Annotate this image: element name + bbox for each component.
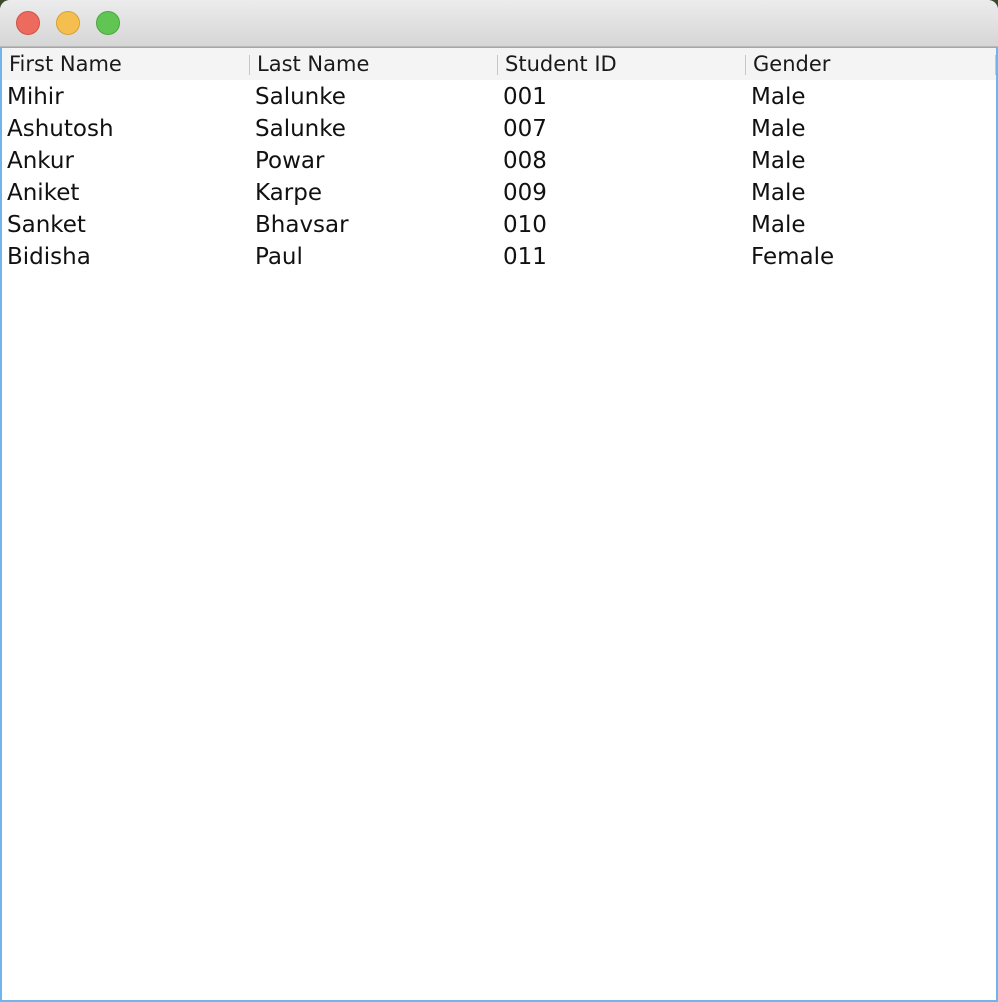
cell-first-name[interactable]: Aniket bbox=[2, 177, 250, 209]
table-row[interactable]: Ankur Powar 008 Male bbox=[2, 145, 996, 177]
cell-last-name[interactable]: Bhavsar bbox=[250, 209, 498, 241]
cell-first-name[interactable]: Ankur bbox=[2, 145, 250, 177]
column-header-student-id[interactable]: Student ID bbox=[498, 48, 746, 80]
cell-gender[interactable]: Female bbox=[746, 241, 996, 273]
cell-gender[interactable]: Male bbox=[746, 209, 996, 241]
cell-first-name[interactable]: Mihir bbox=[2, 81, 250, 113]
title-bar[interactable] bbox=[0, 0, 998, 47]
app-window: First Name Last Name Student ID Gender M… bbox=[0, 0, 998, 1002]
zoom-window-button[interactable] bbox=[96, 11, 120, 35]
column-header-label: First Name bbox=[9, 52, 122, 76]
table-scroll-pane[interactable]: First Name Last Name Student ID Gender M… bbox=[0, 47, 998, 1002]
column-header-label: Student ID bbox=[505, 52, 617, 76]
column-header-gender[interactable]: Gender bbox=[746, 48, 996, 80]
cell-gender[interactable]: Male bbox=[746, 113, 996, 145]
table-body: Mihir Salunke 001 Male Ashutosh Salunke … bbox=[2, 81, 996, 273]
cell-student-id[interactable]: 011 bbox=[498, 241, 746, 273]
column-header-last-name[interactable]: Last Name bbox=[250, 48, 498, 80]
cell-last-name[interactable]: Paul bbox=[250, 241, 498, 273]
cell-gender[interactable]: Male bbox=[746, 81, 996, 113]
table-row[interactable]: Ashutosh Salunke 007 Male bbox=[2, 113, 996, 145]
cell-student-id[interactable]: 008 bbox=[498, 145, 746, 177]
cell-gender[interactable]: Male bbox=[746, 177, 996, 209]
cell-student-id[interactable]: 010 bbox=[498, 209, 746, 241]
close-window-button[interactable] bbox=[16, 11, 40, 35]
cell-student-id[interactable]: 001 bbox=[498, 81, 746, 113]
cell-student-id[interactable]: 007 bbox=[498, 113, 746, 145]
cell-last-name[interactable]: Salunke bbox=[250, 81, 498, 113]
cell-gender[interactable]: Male bbox=[746, 145, 996, 177]
minimize-window-button[interactable] bbox=[56, 11, 80, 35]
cell-last-name[interactable]: Karpe bbox=[250, 177, 498, 209]
table-row[interactable]: Aniket Karpe 009 Male bbox=[2, 177, 996, 209]
cell-first-name[interactable]: Ashutosh bbox=[2, 113, 250, 145]
table-row[interactable]: Mihir Salunke 001 Male bbox=[2, 81, 996, 113]
cell-student-id[interactable]: 009 bbox=[498, 177, 746, 209]
cell-first-name[interactable]: Bidisha bbox=[2, 241, 250, 273]
table-row[interactable]: Sanket Bhavsar 010 Male bbox=[2, 209, 996, 241]
cell-last-name[interactable]: Powar bbox=[250, 145, 498, 177]
cell-last-name[interactable]: Salunke bbox=[250, 113, 498, 145]
column-header-first-name[interactable]: First Name bbox=[2, 48, 250, 80]
table-header: First Name Last Name Student ID Gender bbox=[2, 48, 996, 80]
column-header-label: Gender bbox=[753, 52, 831, 76]
table-row[interactable]: Bidisha Paul 011 Female bbox=[2, 241, 996, 273]
column-divider[interactable] bbox=[995, 55, 996, 75]
cell-first-name[interactable]: Sanket bbox=[2, 209, 250, 241]
column-header-label: Last Name bbox=[257, 52, 370, 76]
